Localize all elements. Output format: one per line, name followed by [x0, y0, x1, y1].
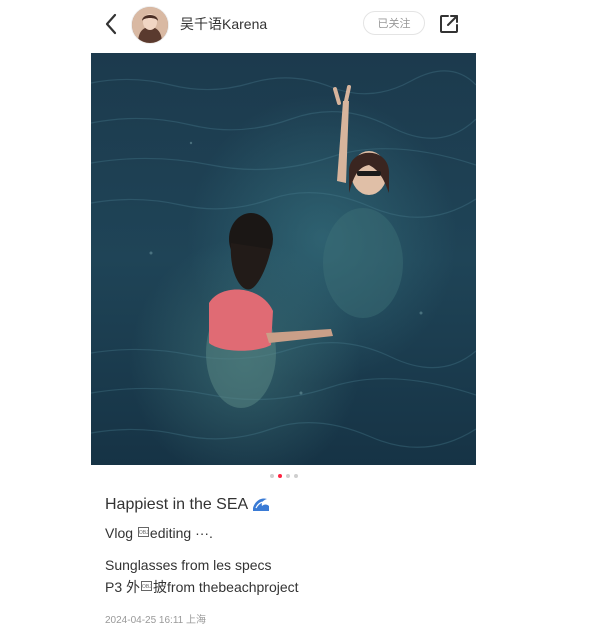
missing-glyph-box-icon: OBJ	[137, 527, 149, 537]
carousel-indicator	[0, 474, 567, 478]
avatar-image	[132, 7, 168, 43]
post-meta: 2024-04-25 16:11 上海	[105, 614, 206, 628]
line3-suffix: 披from thebeachproject	[153, 579, 299, 595]
sea-swimmers-image	[91, 53, 476, 465]
follow-button[interactable]: 已关注	[363, 11, 425, 35]
post-timestamp: 2024-04-25 16:11	[105, 615, 184, 626]
missing-glyph-box-icon: OBJ	[141, 581, 153, 591]
post-desc-line: P3 外 OBJ披from thebeachproject	[105, 577, 299, 597]
author-name[interactable]: 吴千语Karena	[180, 14, 267, 34]
post-location: 上海	[186, 615, 206, 626]
top-bar: 吴千语Karena 已关注	[0, 0, 611, 48]
post-image[interactable]	[91, 53, 476, 465]
share-icon	[440, 15, 458, 33]
note-detail-page: 吴千语Karena 已关注 Happiest in the SEA Vlog O…	[0, 0, 611, 640]
line1-suffix: editing ···.	[149, 525, 213, 541]
post-desc-line: Vlog OBJediting ···.	[105, 523, 213, 543]
chevron-left-icon	[105, 13, 117, 35]
line1-prefix: Vlog	[105, 525, 137, 541]
post-desc-line: Sunglasses from les specs	[105, 557, 272, 573]
water-wave-icon	[252, 496, 270, 519]
post-title-text: Happiest in the SEA	[105, 496, 249, 513]
share-button[interactable]	[436, 11, 462, 37]
carousel-dot-active[interactable]	[277, 474, 282, 478]
carousel-dot[interactable]	[293, 474, 298, 478]
line3-prefix: P3 外	[105, 579, 141, 595]
post-title: Happiest in the SEA	[105, 494, 270, 519]
back-button[interactable]	[98, 10, 124, 38]
carousel-dot[interactable]	[285, 474, 290, 478]
carousel-dot[interactable]	[269, 474, 274, 478]
author-avatar[interactable]	[131, 6, 169, 44]
